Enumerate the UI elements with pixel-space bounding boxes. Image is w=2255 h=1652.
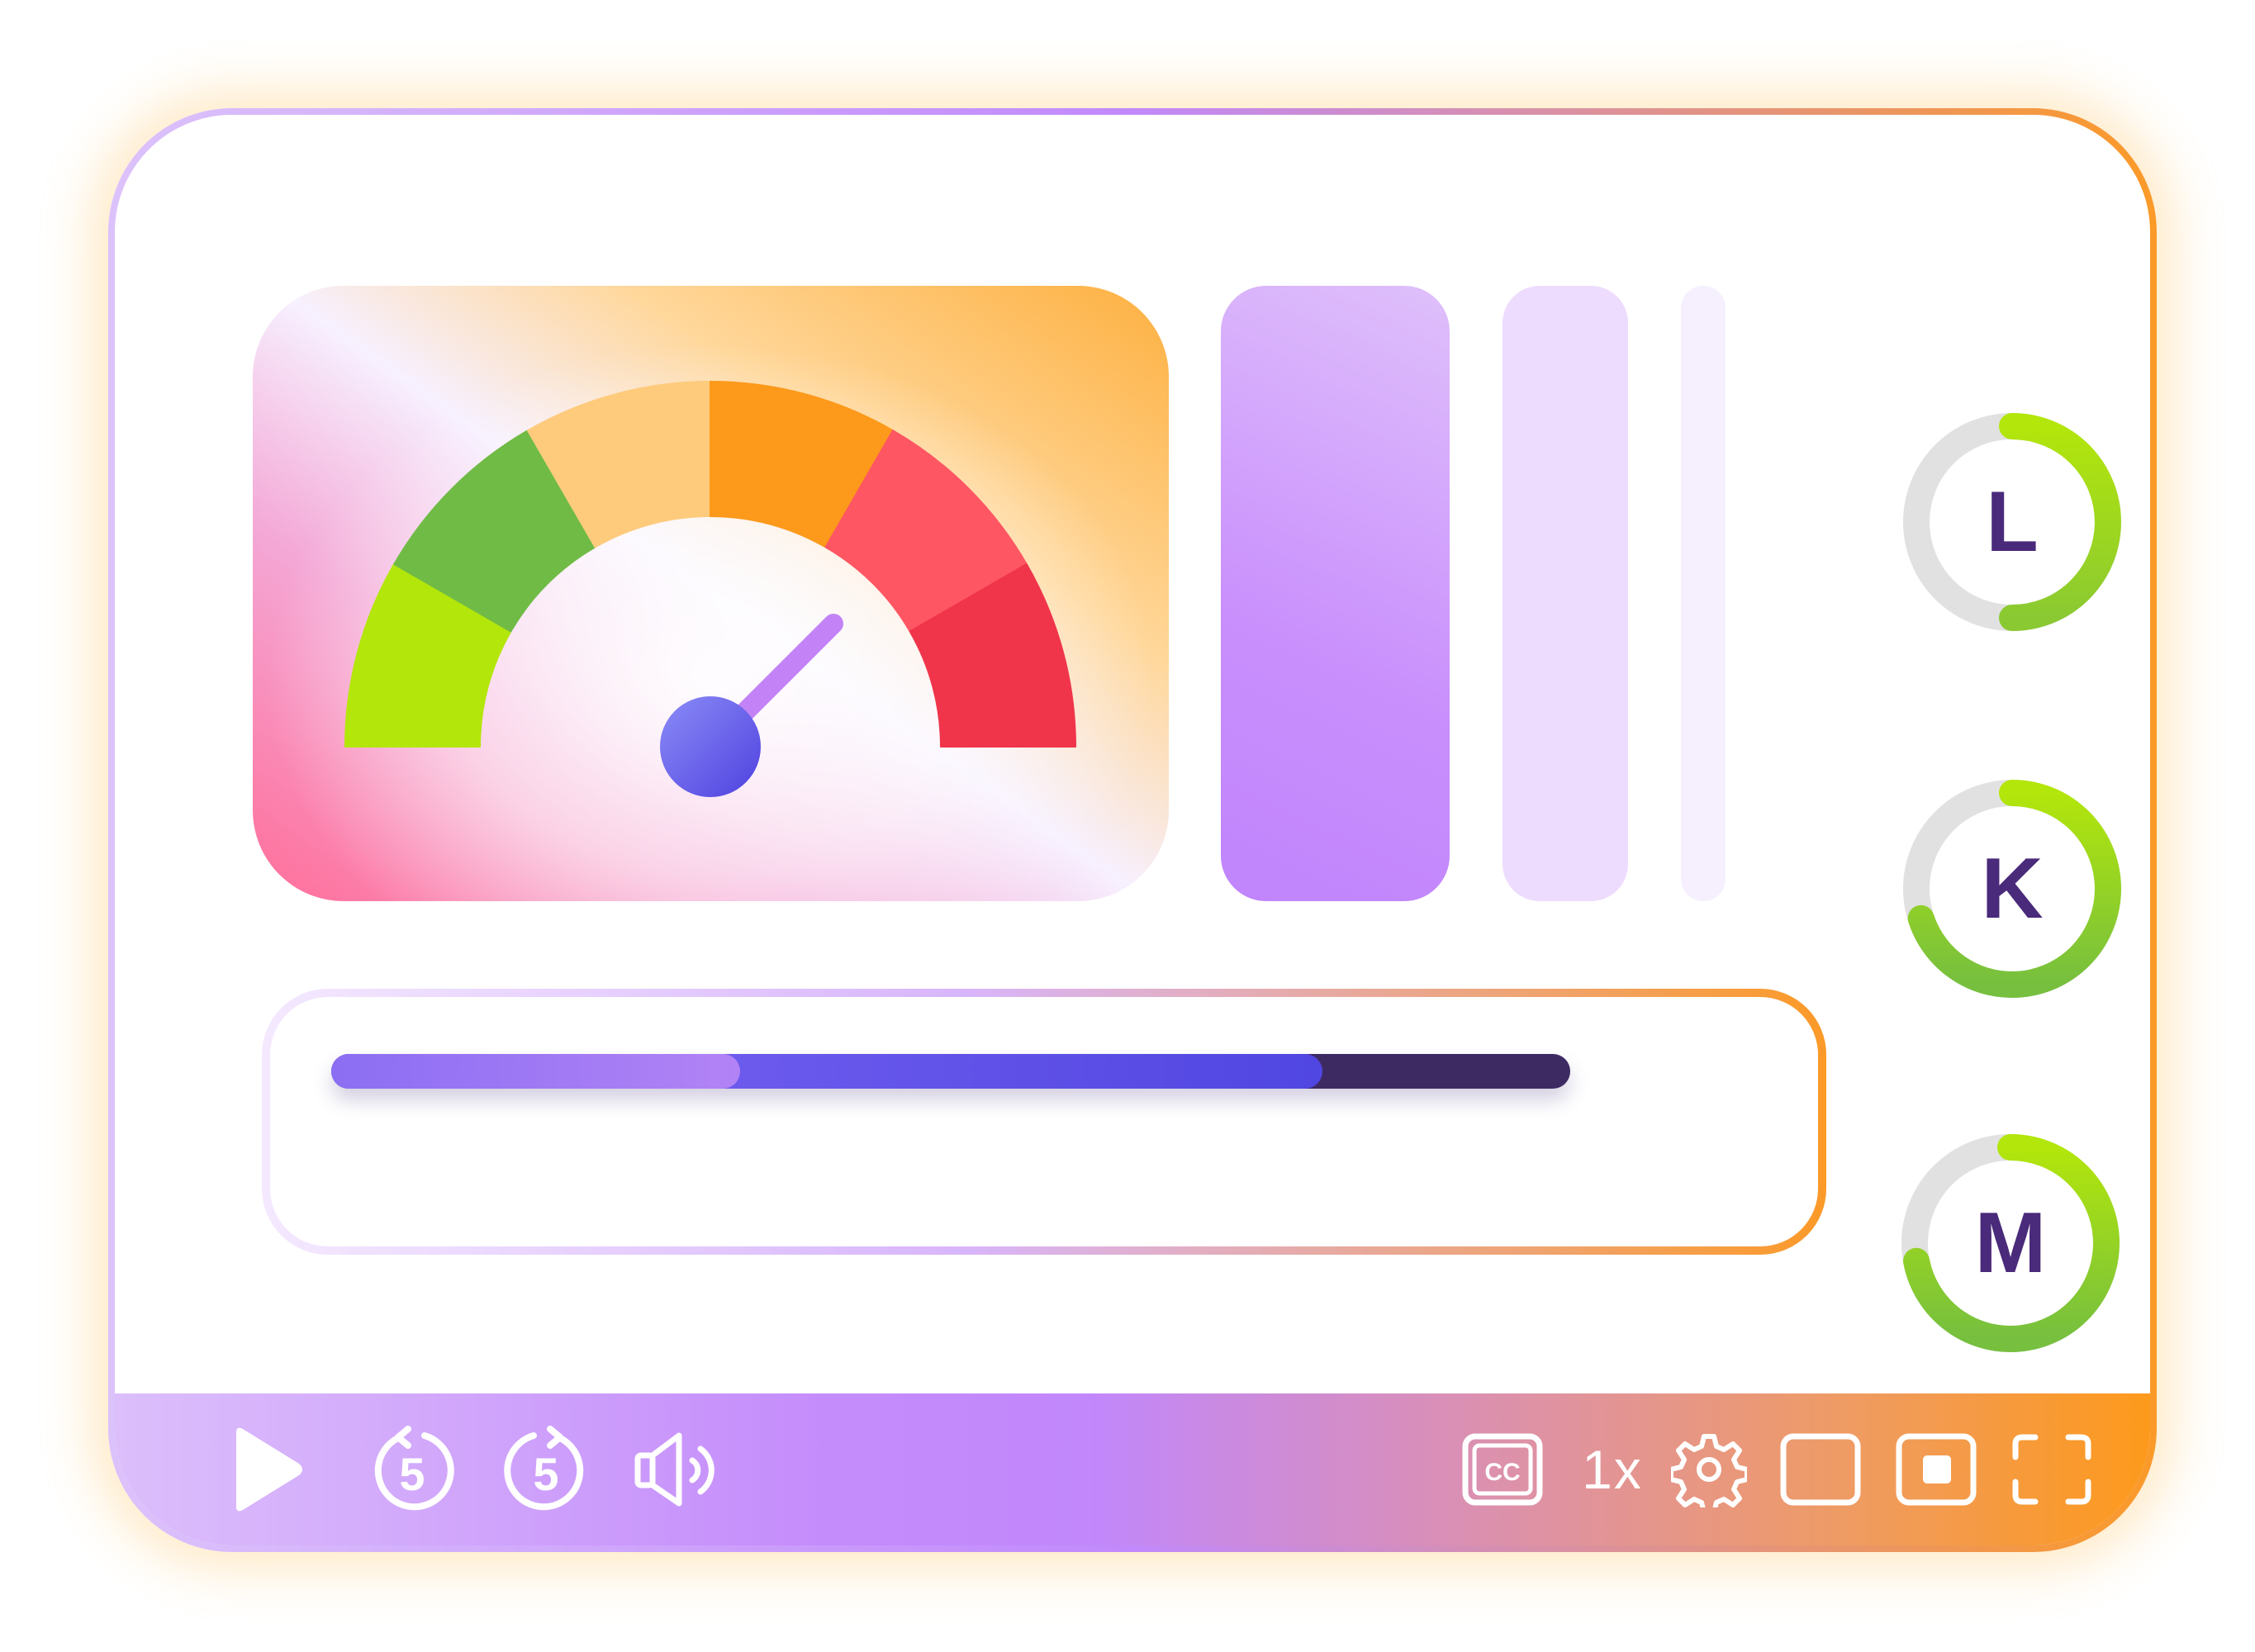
captions-button[interactable]: CC: [1461, 1393, 1544, 1545]
gauge-segments: [344, 381, 1076, 748]
playback-speed-button[interactable]: 1x: [1575, 1393, 1650, 1545]
forward-seconds: 5: [533, 1448, 558, 1500]
playback-speed-label: 1x: [1582, 1439, 1643, 1500]
level-bar-1: [1221, 286, 1450, 901]
ring-letter: K: [1981, 840, 2044, 937]
volume-button[interactable]: [631, 1393, 730, 1545]
forward-icon: 5: [504, 1426, 584, 1511]
ring-letter: L: [1986, 473, 2039, 570]
gauge-needle[interactable]: [660, 614, 843, 797]
rewind-seconds: 5: [399, 1448, 425, 1500]
fullscreen-button[interactable]: [2006, 1393, 2097, 1545]
control-bar: 5 5 CC 1x: [115, 1393, 2150, 1545]
play-button[interactable]: [221, 1393, 311, 1545]
speedometer-panel: [253, 286, 1169, 901]
gauge-hub: [660, 696, 761, 797]
timeline-card: [262, 989, 1826, 1255]
speedometer-gauge: [344, 381, 1076, 797]
level-bar-3: [1681, 286, 1726, 901]
gear-icon: [1671, 1434, 1747, 1507]
level-bar-2: [1503, 286, 1628, 901]
captions-label: CC: [1484, 1459, 1520, 1486]
forward-5-button[interactable]: 5: [501, 1393, 591, 1545]
seek-bar-buffered: [331, 1054, 740, 1089]
pip-icon: [1896, 1433, 1977, 1506]
seek-bar[interactable]: [331, 1054, 1570, 1089]
quality-ring-l[interactable]: L: [1894, 404, 2130, 640]
speaker-icon: [634, 1432, 714, 1507]
quality-ring-k[interactable]: K: [1894, 771, 2130, 1007]
fullscreen-icon: [2012, 1434, 2091, 1505]
captions-icon: CC: [1462, 1433, 1543, 1506]
window-icon: [1780, 1433, 1861, 1506]
settings-button[interactable]: [1668, 1393, 1750, 1545]
quality-ring-m[interactable]: M: [1892, 1125, 2129, 1361]
video-player-window: L K M 5 5 CC 1x: [108, 108, 2157, 1552]
theater-mode-button[interactable]: [1775, 1393, 1866, 1545]
rewind-5-button[interactable]: 5: [367, 1393, 458, 1545]
ring-letter: M: [1974, 1194, 2047, 1291]
rewind-icon: 5: [374, 1426, 454, 1511]
play-icon: [236, 1427, 302, 1512]
picture-in-picture-button[interactable]: [1891, 1393, 1982, 1545]
